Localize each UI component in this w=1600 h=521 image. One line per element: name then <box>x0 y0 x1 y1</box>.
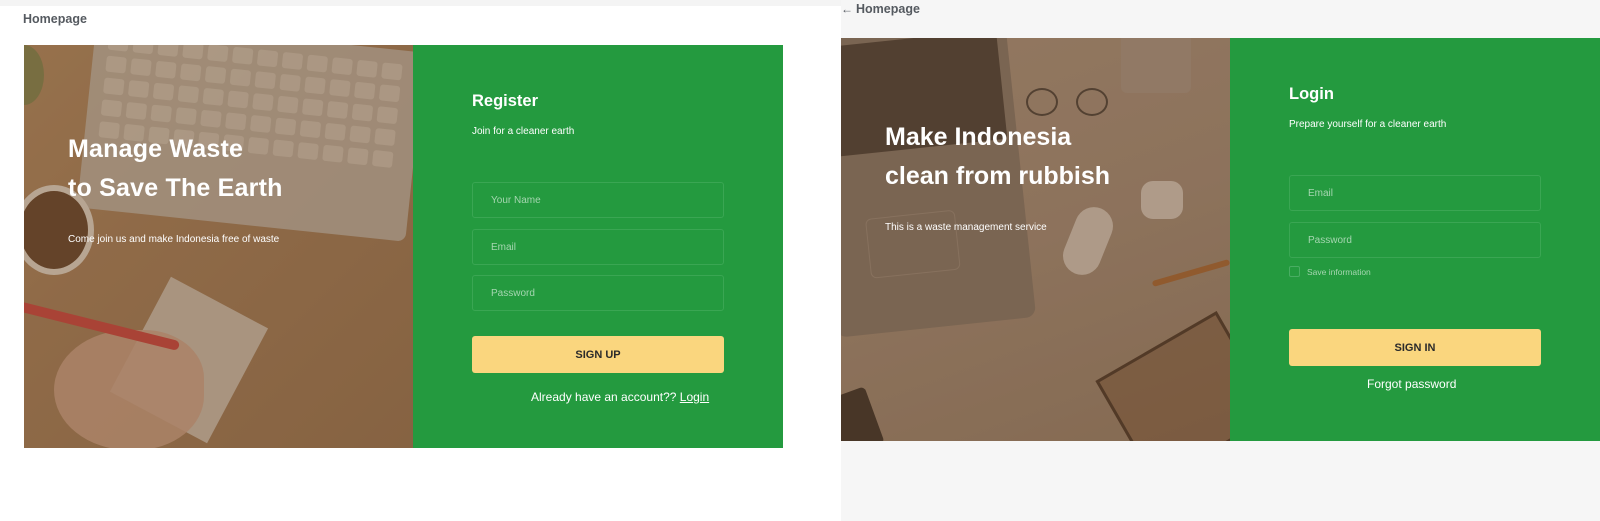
homepage-label: Homepage <box>856 2 920 16</box>
form-subtitle: Prepare yourself for a cleaner earth <box>1289 119 1447 130</box>
hero-text: Manage Waste to Save The Earth Come join… <box>68 130 283 245</box>
hero-title-line2: clean from rubbish <box>885 162 1111 190</box>
homepage-link[interactable]: Homepage <box>23 12 87 26</box>
save-information-row[interactable]: Save information <box>1289 266 1371 277</box>
register-card: Manage Waste to Save The Earth Come join… <box>24 45 783 448</box>
hero-subtitle: Come join us and make Indonesia free of … <box>68 234 280 245</box>
password-input[interactable] <box>472 275 724 311</box>
photo-overlay <box>841 38 1230 441</box>
login-page: ← Homepage Make Indonesia clean from rubb… <box>841 0 1600 521</box>
login-link[interactable]: Login <box>680 390 709 404</box>
forgot-password-link[interactable]: Forgot password <box>1367 377 1456 391</box>
save-information-label: Save information <box>1307 266 1371 277</box>
sign-in-button[interactable]: SIGN IN <box>1289 329 1541 366</box>
login-card: Make Indonesia clean from rubbish This i… <box>841 38 1600 441</box>
already-have-account: Already have an account?? Login <box>531 390 709 404</box>
email-input[interactable] <box>1289 175 1541 211</box>
email-input[interactable] <box>472 229 724 265</box>
form-title: Login <box>1289 85 1334 103</box>
hero-text: Make Indonesia clean from rubbish This i… <box>885 118 1110 233</box>
already-text: Already have an account?? <box>531 390 677 404</box>
password-input[interactable] <box>1289 222 1541 258</box>
hero-photo: Make Indonesia clean from rubbish This i… <box>841 38 1230 441</box>
register-page: Homepage Manage Waste to Save The Earth <box>0 0 841 521</box>
hero-title-line1: Manage Waste <box>68 135 244 163</box>
hero-title-line2: to Save The Earth <box>68 174 283 202</box>
hero-title: Make Indonesia clean from rubbish <box>885 118 1110 196</box>
register-form: Register Join for a cleaner earth SIGN U… <box>413 45 783 448</box>
login-form: Login Prepare yourself for a cleaner ear… <box>1230 38 1600 441</box>
photo-overlay <box>24 45 413 448</box>
sign-up-button[interactable]: SIGN UP <box>472 336 724 373</box>
name-input[interactable] <box>472 182 724 218</box>
hero-photo: Manage Waste to Save The Earth Come join… <box>24 45 413 448</box>
hero-title: Manage Waste to Save The Earth <box>68 130 283 208</box>
form-subtitle: Join for a cleaner earth <box>472 126 575 137</box>
top-strip <box>0 0 841 6</box>
form-title: Register <box>472 92 539 110</box>
hero-title-line1: Make Indonesia <box>885 123 1072 151</box>
save-information-checkbox[interactable] <box>1289 266 1300 277</box>
back-to-homepage[interactable]: ← Homepage <box>841 2 920 16</box>
arrow-left-icon: ← <box>841 2 853 16</box>
hero-subtitle: This is a waste management service <box>885 222 1047 233</box>
